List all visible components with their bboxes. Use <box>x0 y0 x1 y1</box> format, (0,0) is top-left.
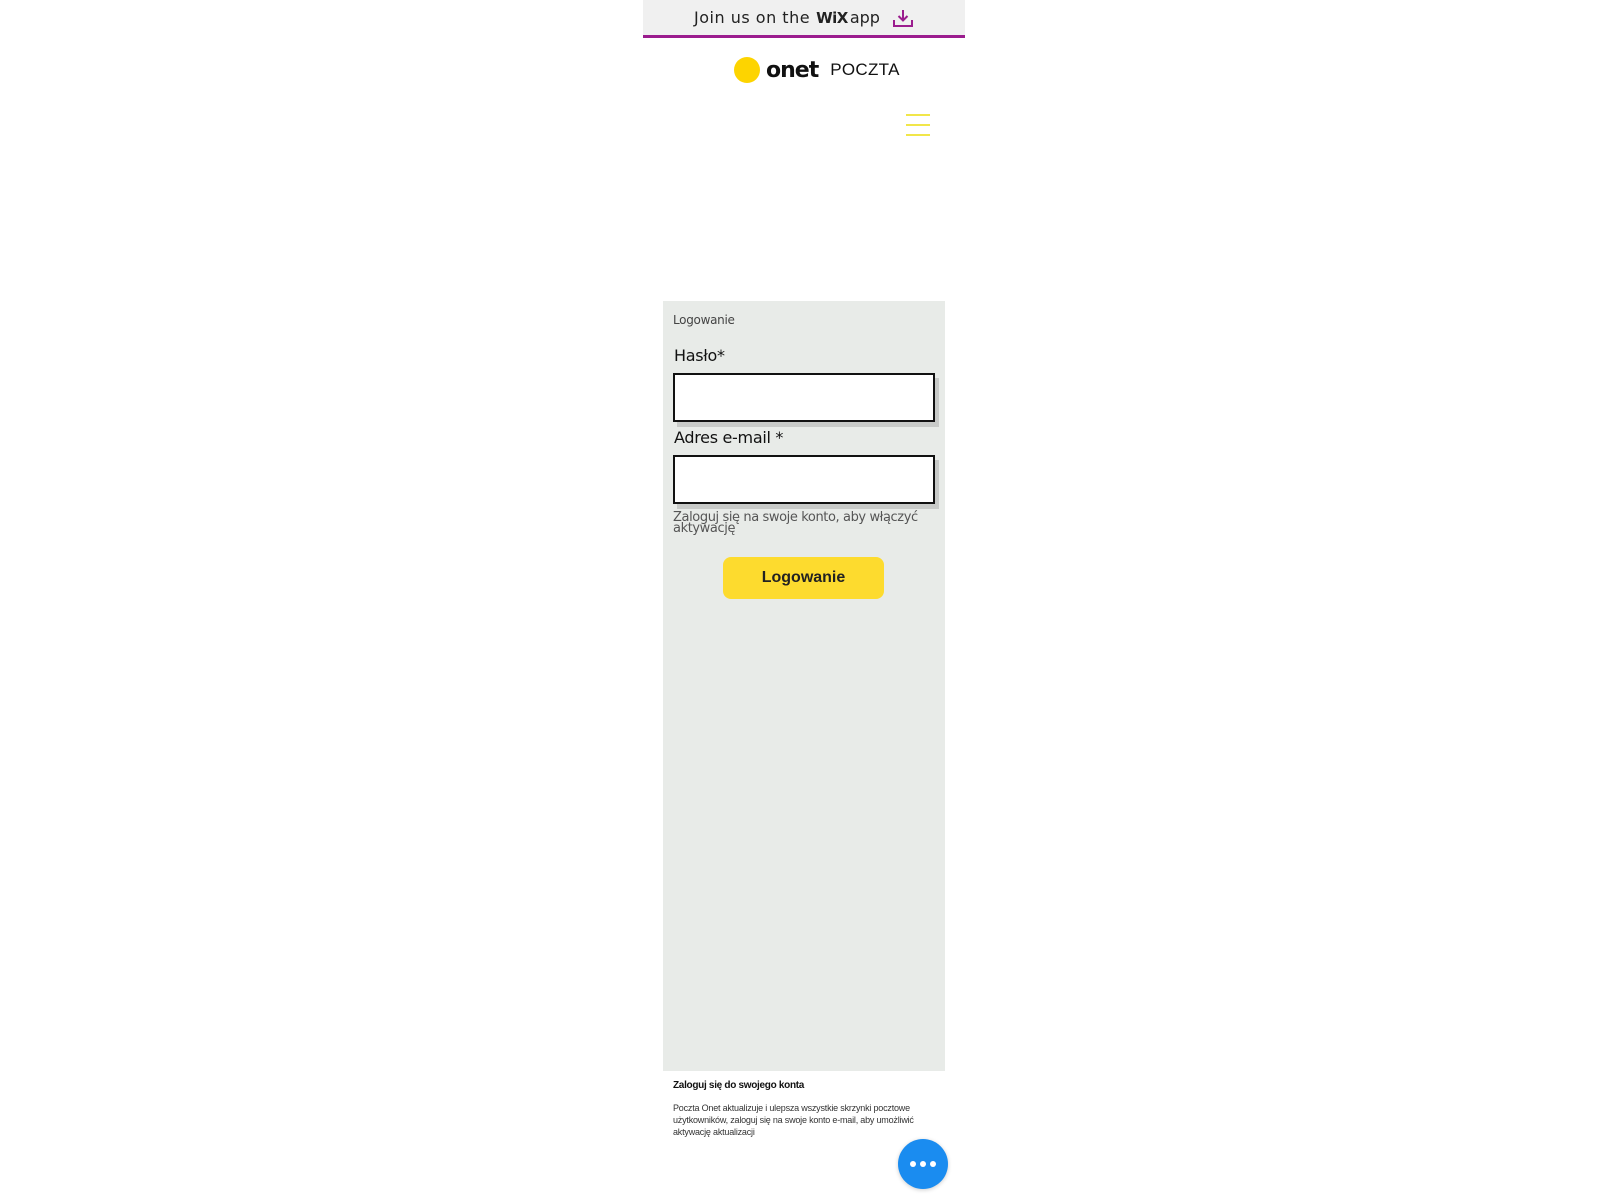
footer-body: Poczta Onet aktualizuje i ulepsza wszyst… <box>673 1103 914 1137</box>
onet-poczta-logo[interactable]: onet POCZTA <box>734 55 900 85</box>
activation-hint: Zaloguj się na swoje konto, aby włączyć … <box>673 510 918 536</box>
banner-app-text: app <box>849 8 880 27</box>
hamburger-line <box>906 134 930 136</box>
email-label: Adres e-mail * <box>674 428 784 447</box>
hamburger-menu-icon[interactable] <box>906 114 930 136</box>
hamburger-line <box>906 124 930 126</box>
more-dots-icon[interactable] <box>898 1139 948 1189</box>
logo-product: POCZTA <box>830 60 900 79</box>
password-field-wrap <box>673 373 939 427</box>
logo-dot <box>734 57 760 83</box>
login-button[interactable]: Logowanie <box>723 557 884 599</box>
email-input[interactable] <box>673 455 935 504</box>
wix-brand: WiX <box>816 8 848 27</box>
banner-text: Join us on the <box>694 8 811 27</box>
fab-dot <box>920 1161 926 1167</box>
panel-title: Logowanie <box>673 313 735 327</box>
fab-dot <box>930 1161 936 1167</box>
email-field-wrap <box>673 455 939 509</box>
password-input[interactable] <box>673 373 935 422</box>
hamburger-line <box>906 114 930 116</box>
download-icon <box>892 8 914 28</box>
password-label: Hasło* <box>674 346 725 365</box>
footer-title: Zaloguj się do swojego konta <box>673 1080 805 1091</box>
fab-dot <box>910 1161 916 1167</box>
wix-app-banner[interactable]: Join us on the WiX app <box>643 0 965 38</box>
logo-wordmark: onet <box>766 57 819 83</box>
login-panel: Logowanie Hasło* Adres e-mail * Zaloguj … <box>663 301 945 1071</box>
